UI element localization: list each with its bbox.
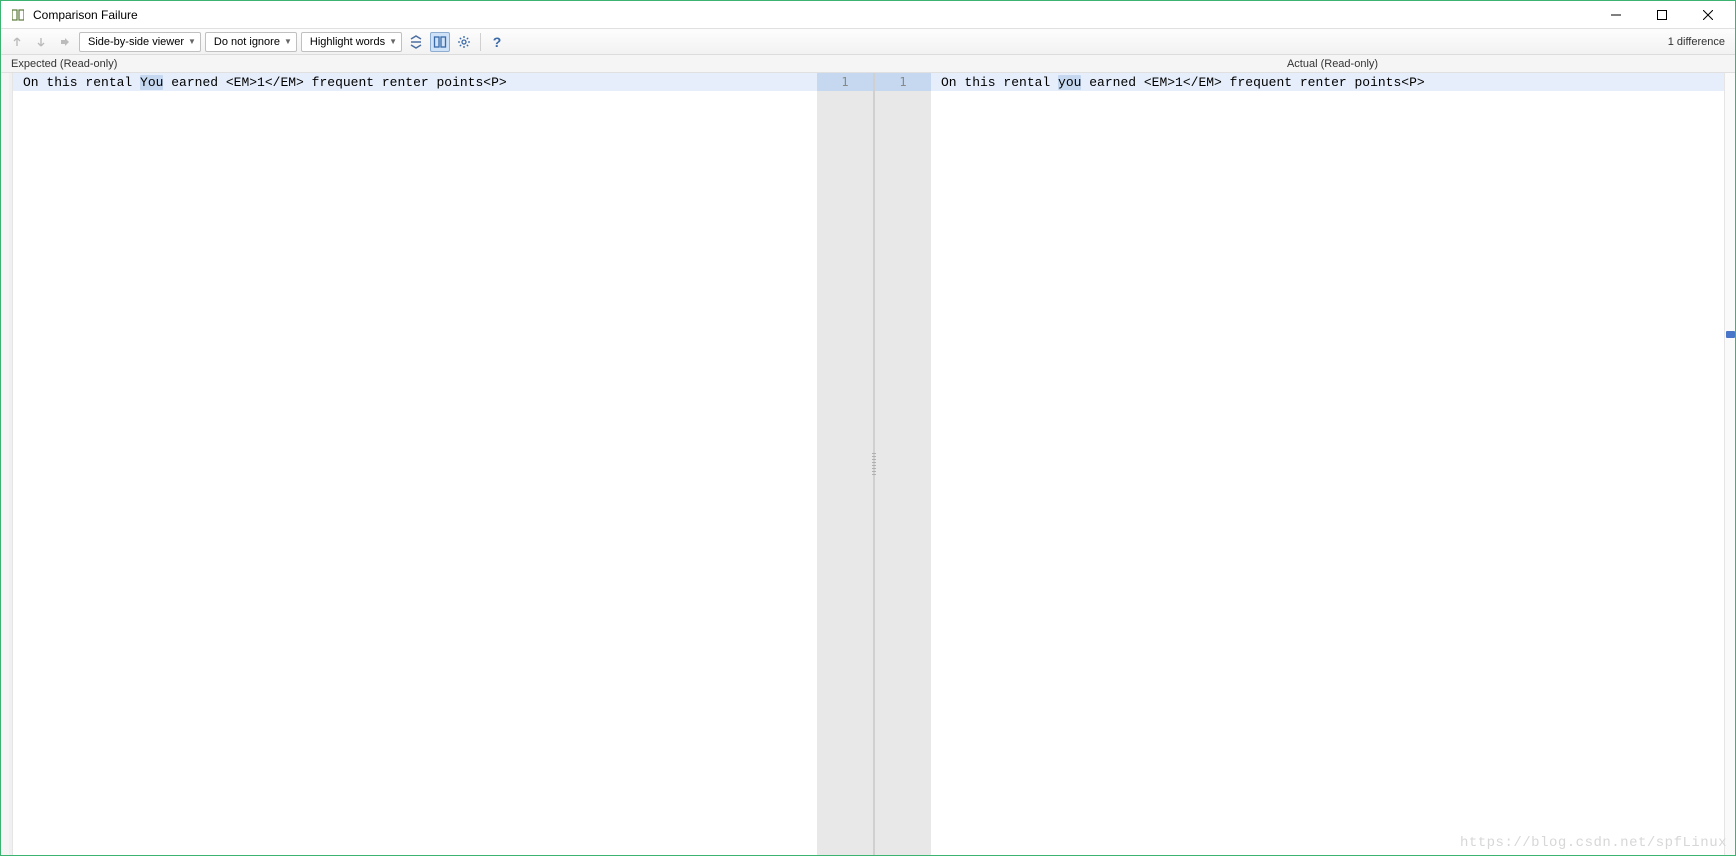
actual-content[interactable]: On this rental you earned <EM>1</EM> fre… bbox=[931, 73, 1735, 855]
left-indicator-strip bbox=[1, 73, 9, 855]
chevron-down-icon: ▼ bbox=[188, 37, 196, 46]
expected-header: Expected (Read-only) bbox=[1, 55, 816, 72]
titlebar: Comparison Failure bbox=[1, 1, 1735, 29]
expected-pane: On this rental You earned <EM>1</EM> fre… bbox=[13, 73, 817, 855]
right-indicator-strip[interactable] bbox=[1724, 73, 1735, 855]
pane-headers: Expected (Read-only) Actual (Read-only) bbox=[1, 55, 1735, 73]
difference-count: 1 difference bbox=[1668, 36, 1729, 48]
collapse-unchanged-button[interactable] bbox=[406, 32, 426, 52]
line-number-left: 1 bbox=[817, 73, 873, 91]
minimize-button[interactable] bbox=[1593, 1, 1639, 29]
actual-pane: On this rental you earned <EM>1</EM> fre… bbox=[931, 73, 1735, 855]
expected-text-post: earned <EM>1</EM> frequent renter points… bbox=[163, 75, 506, 90]
watermark: https://blog.csdn.net/spfLinux bbox=[1460, 835, 1727, 851]
close-button[interactable] bbox=[1685, 1, 1731, 29]
help-button[interactable]: ? bbox=[487, 32, 507, 52]
ignore-mode-label: Do not ignore bbox=[214, 36, 280, 48]
expected-content[interactable]: On this rental You earned <EM>1</EM> fre… bbox=[13, 73, 817, 855]
comparison-failure-window: Comparison Failure Side-by-side viewer ▼ bbox=[0, 0, 1736, 856]
actual-highlighted-word: you bbox=[1058, 75, 1081, 90]
actual-header: Actual (Read-only) bbox=[930, 55, 1735, 72]
line-number-left-col: 1 bbox=[817, 73, 874, 855]
expected-line-1: On this rental You earned <EM>1</EM> fre… bbox=[13, 73, 817, 91]
expected-text-pre: On this rental bbox=[23, 75, 140, 90]
highlight-mode-select[interactable]: Highlight words ▼ bbox=[301, 32, 402, 52]
window-title: Comparison Failure bbox=[33, 8, 138, 22]
next-diff-button[interactable] bbox=[31, 32, 51, 52]
line-number-right-col: 1 bbox=[874, 73, 931, 855]
highlight-mode-label: Highlight words bbox=[310, 36, 385, 48]
diff-body: On this rental You earned <EM>1</EM> fre… bbox=[1, 73, 1735, 855]
maximize-button[interactable] bbox=[1639, 1, 1685, 29]
settings-button[interactable] bbox=[454, 32, 474, 52]
actual-text-post: earned <EM>1</EM> frequent renter points… bbox=[1081, 75, 1424, 90]
diff-window-icon bbox=[11, 8, 25, 22]
toolbar-separator bbox=[480, 33, 481, 51]
toolbar: Side-by-side viewer ▼ Do not ignore ▼ Hi… bbox=[1, 29, 1735, 55]
actual-text-pre: On this rental bbox=[941, 75, 1058, 90]
ignore-mode-select[interactable]: Do not ignore ▼ bbox=[205, 32, 297, 52]
gutter-header bbox=[816, 55, 930, 72]
viewer-mode-label: Side-by-side viewer bbox=[88, 36, 184, 48]
center-gutter[interactable]: 1 1 bbox=[817, 73, 931, 855]
splitter-handle[interactable] bbox=[872, 453, 876, 475]
window-controls bbox=[1593, 1, 1731, 29]
prev-diff-button[interactable] bbox=[7, 32, 27, 52]
chevron-down-icon: ▼ bbox=[284, 37, 292, 46]
accept-diff-button[interactable] bbox=[55, 32, 75, 52]
help-icon: ? bbox=[493, 34, 502, 50]
viewer-mode-select[interactable]: Side-by-side viewer ▼ bbox=[79, 32, 201, 52]
line-number-right: 1 bbox=[875, 73, 931, 91]
expected-highlighted-word: You bbox=[140, 75, 163, 90]
chevron-down-icon: ▼ bbox=[389, 37, 397, 46]
actual-line-1: On this rental you earned <EM>1</EM> fre… bbox=[931, 73, 1735, 91]
diff-indicator-mark[interactable] bbox=[1726, 331, 1735, 338]
sync-scroll-button[interactable] bbox=[430, 32, 450, 52]
